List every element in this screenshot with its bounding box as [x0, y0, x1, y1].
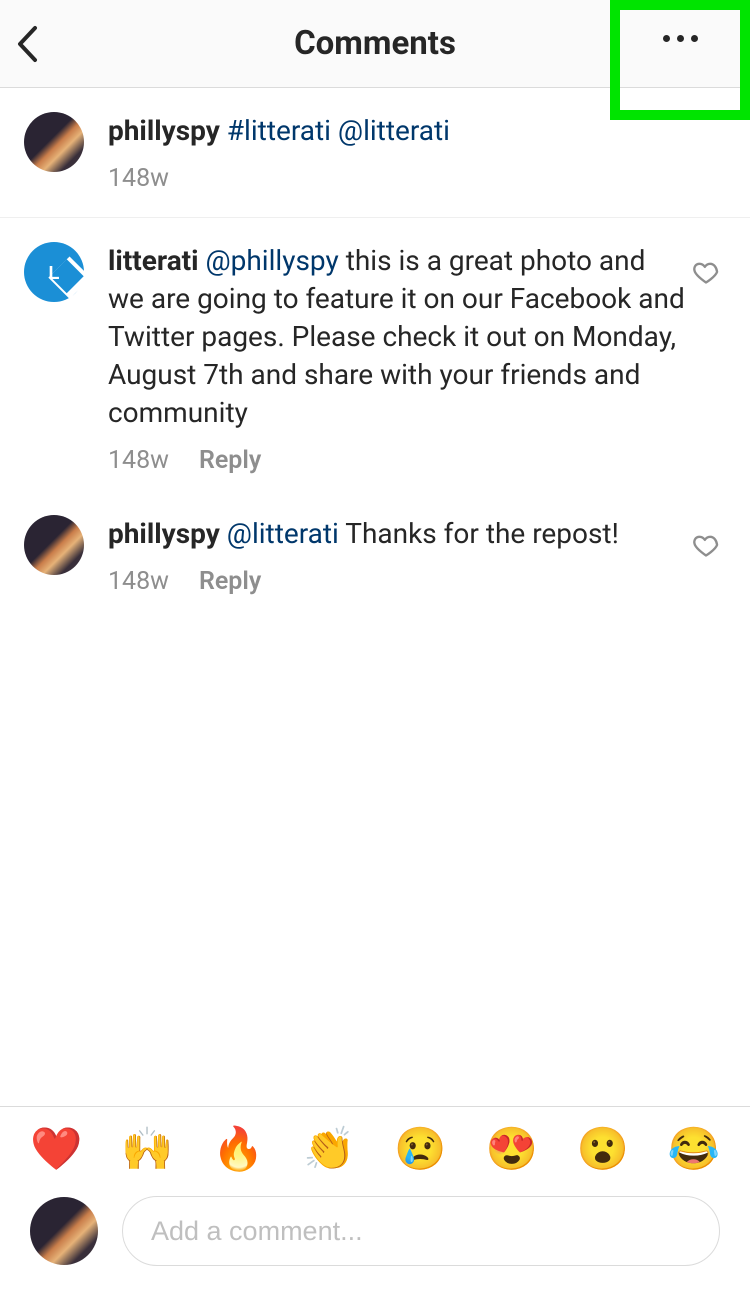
page-title: Comments: [294, 24, 456, 63]
timestamp: 148w: [108, 567, 169, 596]
emoji-cry[interactable]: 😢: [394, 1125, 446, 1174]
comment-row: L litterati @phillyspy this is a great p…: [0, 218, 750, 487]
mention-link[interactable]: @litterati: [338, 114, 450, 147]
mention-link[interactable]: @litterati: [227, 517, 339, 550]
emoji-fire[interactable]: 🔥: [212, 1125, 264, 1174]
svg-text:L: L: [49, 263, 60, 283]
comment-row: phillyspy @litterati Thanks for the repo…: [0, 487, 750, 608]
username-link[interactable]: phillyspy: [108, 517, 220, 550]
comment-body: litterati @phillyspy this is a great pho…: [108, 242, 686, 475]
ellipsis-icon: [663, 35, 698, 42]
more-options-button[interactable]: [610, 0, 750, 120]
compose-footer: ❤️ 🙌 🔥 👏 😢 😍 😮 😂: [0, 1106, 750, 1296]
reply-button[interactable]: Reply: [199, 567, 261, 596]
avatar[interactable]: [24, 515, 84, 575]
emoji-heart[interactable]: ❤️: [30, 1125, 82, 1174]
username-link[interactable]: litterati: [108, 244, 199, 277]
post-meta: 148w: [108, 164, 726, 193]
comments-list: phillyspy #litterati @litterati 148w L l…: [0, 88, 750, 608]
chevron-left-icon: [16, 25, 38, 63]
emoji-wow[interactable]: 😮: [577, 1125, 629, 1174]
reply-button[interactable]: Reply: [199, 446, 261, 475]
avatar[interactable]: [24, 112, 84, 172]
timestamp: 148w: [108, 164, 169, 193]
heart-outline-icon: [692, 258, 720, 286]
hashtag-link[interactable]: #litterati: [227, 114, 331, 147]
emoji-heart-eyes[interactable]: 😍: [485, 1125, 537, 1174]
like-button[interactable]: [686, 258, 726, 286]
comment-body: phillyspy @litterati Thanks for the repo…: [108, 515, 686, 596]
emoji-laugh[interactable]: 😂: [668, 1125, 720, 1174]
header-bar: Comments: [0, 0, 750, 88]
timestamp: 148w: [108, 446, 169, 475]
post-body: phillyspy #litterati @litterati 148w: [108, 112, 726, 193]
comment-text-rest: Thanks for the repost!: [339, 517, 619, 550]
avatar[interactable]: [30, 1197, 98, 1265]
emoji-raised-hands[interactable]: 🙌: [121, 1125, 173, 1174]
username-link[interactable]: phillyspy: [108, 114, 220, 147]
like-button[interactable]: [686, 531, 726, 559]
back-button[interactable]: [16, 0, 76, 87]
comment-text: litterati @phillyspy this is a great pho…: [108, 242, 686, 432]
emoji-bar: ❤️ 🙌 🔥 👏 😢 😍 😮 😂: [0, 1107, 750, 1186]
compose-row: [0, 1186, 750, 1296]
comment-meta: 148w Reply: [108, 446, 686, 475]
comment-input[interactable]: [122, 1196, 720, 1266]
heart-outline-icon: [692, 531, 720, 559]
avatar[interactable]: L: [24, 242, 84, 302]
emoji-clap[interactable]: 👏: [303, 1125, 355, 1174]
mention-link[interactable]: @phillyspy: [206, 244, 339, 277]
comment-text: phillyspy @litterati Thanks for the repo…: [108, 515, 686, 553]
comment-meta: 148w Reply: [108, 567, 686, 596]
